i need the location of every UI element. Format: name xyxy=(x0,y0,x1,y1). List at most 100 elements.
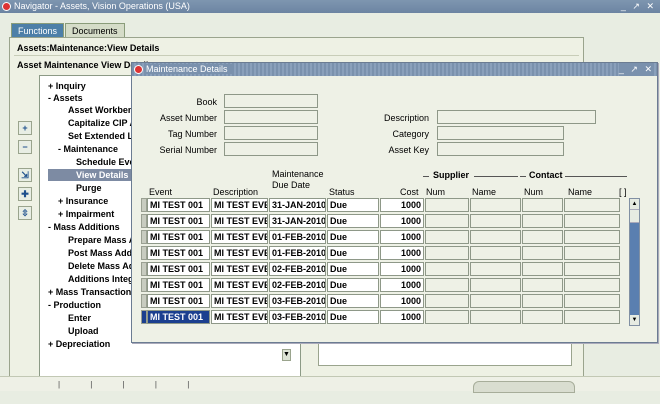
cell-empty[interactable] xyxy=(425,246,469,260)
dialog-title-bar[interactable]: Maintenance Details _ ↗ ✕ xyxy=(132,63,657,76)
tree-item-mass-additions[interactable]: - Mass Additions xyxy=(48,221,120,233)
cell-cost[interactable]: 1000 xyxy=(380,214,424,228)
cell-empty[interactable] xyxy=(522,230,563,244)
cell-cost[interactable]: 1000 xyxy=(380,310,424,324)
tree-item-mass-transactions[interactable]: + Mass Transactions xyxy=(48,286,136,298)
collapse-icon[interactable]: − xyxy=(18,140,32,154)
cell-due-date[interactable]: 31-JAN-2010 xyxy=(269,198,326,212)
cell-due-date[interactable]: 31-JAN-2010 xyxy=(269,214,326,228)
tag-number-field[interactable] xyxy=(224,126,318,140)
cell-event[interactable]: MI TEST 001 xyxy=(147,278,210,292)
cell-event[interactable]: MI TEST 001 xyxy=(147,294,210,308)
cell-description[interactable]: MI TEST EVE xyxy=(211,262,268,276)
cell-description[interactable]: MI TEST EVE xyxy=(211,278,268,292)
scroll-down-icon[interactable]: ▼ xyxy=(630,315,639,325)
dialog-window-controls-icon[interactable]: _ ↗ ✕ xyxy=(618,63,654,76)
cell-description[interactable]: MI TEST EVE xyxy=(211,198,268,212)
cell-empty[interactable] xyxy=(425,310,469,324)
cell-empty[interactable] xyxy=(425,278,469,292)
cell-empty[interactable] xyxy=(522,278,563,292)
cell-cost[interactable]: 1000 xyxy=(380,294,424,308)
asset-number-field[interactable] xyxy=(224,110,318,124)
cell-event[interactable]: MI TEST 001 xyxy=(147,246,210,260)
tree-item-inquiry[interactable]: + Inquiry xyxy=(48,80,86,92)
cell-empty[interactable] xyxy=(470,294,521,308)
cell-status[interactable]: Due xyxy=(327,246,379,260)
tree-item-assets[interactable]: - Assets xyxy=(48,92,83,104)
cell-status[interactable]: Due xyxy=(327,278,379,292)
cell-empty[interactable] xyxy=(564,262,620,276)
cell-status[interactable]: Due xyxy=(327,262,379,276)
cell-due-date[interactable]: 01-FEB-2010 xyxy=(269,230,326,244)
serial-number-field[interactable] xyxy=(224,142,318,156)
cell-empty[interactable] xyxy=(425,230,469,244)
category-field[interactable] xyxy=(437,126,564,140)
tree-scroll-down-icon[interactable]: ▼ xyxy=(282,349,291,361)
cell-event[interactable]: MI TEST 001 xyxy=(147,198,210,212)
cell-description[interactable]: MI TEST EVE xyxy=(211,310,268,324)
cell-empty[interactable] xyxy=(470,198,521,212)
tree-item-purge[interactable]: Purge xyxy=(76,182,102,194)
open-button[interactable] xyxy=(473,381,575,393)
collapse-all-icon[interactable]: ⇳ xyxy=(18,206,32,220)
cell-empty[interactable] xyxy=(425,262,469,276)
book-field[interactable] xyxy=(224,94,318,108)
cell-empty[interactable] xyxy=(522,214,563,228)
cell-empty[interactable] xyxy=(564,294,620,308)
cell-cost[interactable]: 1000 xyxy=(380,230,424,244)
cell-empty[interactable] xyxy=(470,214,521,228)
cell-empty[interactable] xyxy=(564,230,620,244)
table-scrollbar[interactable]: ▲ ▼ xyxy=(629,198,640,326)
navigator-title-bar[interactable]: Navigator - Assets, Vision Operations (U… xyxy=(0,0,660,13)
asset-key-field[interactable] xyxy=(437,142,564,156)
cell-due-date[interactable]: 02-FEB-2010 xyxy=(269,262,326,276)
cell-due-date[interactable]: 03-FEB-2010 xyxy=(269,310,326,324)
cell-empty[interactable] xyxy=(470,262,521,276)
cell-empty[interactable] xyxy=(522,198,563,212)
tree-item-upload[interactable]: Upload xyxy=(68,325,99,337)
cell-empty[interactable] xyxy=(470,230,521,244)
cell-empty[interactable] xyxy=(564,214,620,228)
cell-empty[interactable] xyxy=(564,198,620,212)
cell-event[interactable]: MI TEST 001 xyxy=(147,310,210,324)
cell-empty[interactable] xyxy=(522,246,563,260)
cell-cost[interactable]: 1000 xyxy=(380,246,424,260)
tab-functions[interactable]: Functions xyxy=(11,23,65,37)
cell-description[interactable]: MI TEST EVE xyxy=(211,214,268,228)
cell-empty[interactable] xyxy=(470,246,521,260)
scroll-thumb[interactable] xyxy=(630,209,639,223)
cell-event[interactable]: MI TEST 001 xyxy=(147,214,210,228)
window-controls-icon[interactable]: _ ↗ ✕ xyxy=(621,0,656,13)
cell-status[interactable]: Due xyxy=(327,230,379,244)
cell-description[interactable]: MI TEST EVE xyxy=(211,246,268,260)
tree-item-insurance[interactable]: + Insurance xyxy=(58,195,108,207)
cell-empty[interactable] xyxy=(522,294,563,308)
cell-empty[interactable] xyxy=(522,310,563,324)
expand-all-icon[interactable]: ✚ xyxy=(18,187,32,201)
cell-empty[interactable] xyxy=(564,310,620,324)
cell-event[interactable]: MI TEST 001 xyxy=(147,262,210,276)
cell-due-date[interactable]: 01-FEB-2010 xyxy=(269,246,326,260)
cell-status[interactable]: Due xyxy=(327,214,379,228)
tree-item-depreciation[interactable]: + Depreciation xyxy=(48,338,110,350)
cell-empty[interactable] xyxy=(522,262,563,276)
cell-empty[interactable] xyxy=(425,294,469,308)
description-field[interactable] xyxy=(437,110,596,124)
expand-icon[interactable]: + xyxy=(18,121,32,135)
cell-empty[interactable] xyxy=(425,214,469,228)
expand-branch-icon[interactable]: ⇲ xyxy=(18,168,32,182)
cell-empty[interactable] xyxy=(470,278,521,292)
cell-status[interactable]: Due xyxy=(327,294,379,308)
cell-due-date[interactable]: 03-FEB-2010 xyxy=(269,294,326,308)
tree-item-maintenance[interactable]: - Maintenance xyxy=(58,143,118,155)
cell-status[interactable]: Due xyxy=(327,198,379,212)
cell-due-date[interactable]: 02-FEB-2010 xyxy=(269,278,326,292)
tree-item-impairment[interactable]: + Impairment xyxy=(58,208,114,220)
cell-empty[interactable] xyxy=(564,278,620,292)
cell-cost[interactable]: 1000 xyxy=(380,262,424,276)
cell-status[interactable]: Due xyxy=(327,310,379,324)
cell-empty[interactable] xyxy=(470,310,521,324)
cell-empty[interactable] xyxy=(425,198,469,212)
tree-item-production[interactable]: - Production xyxy=(48,299,101,311)
cell-empty[interactable] xyxy=(564,246,620,260)
